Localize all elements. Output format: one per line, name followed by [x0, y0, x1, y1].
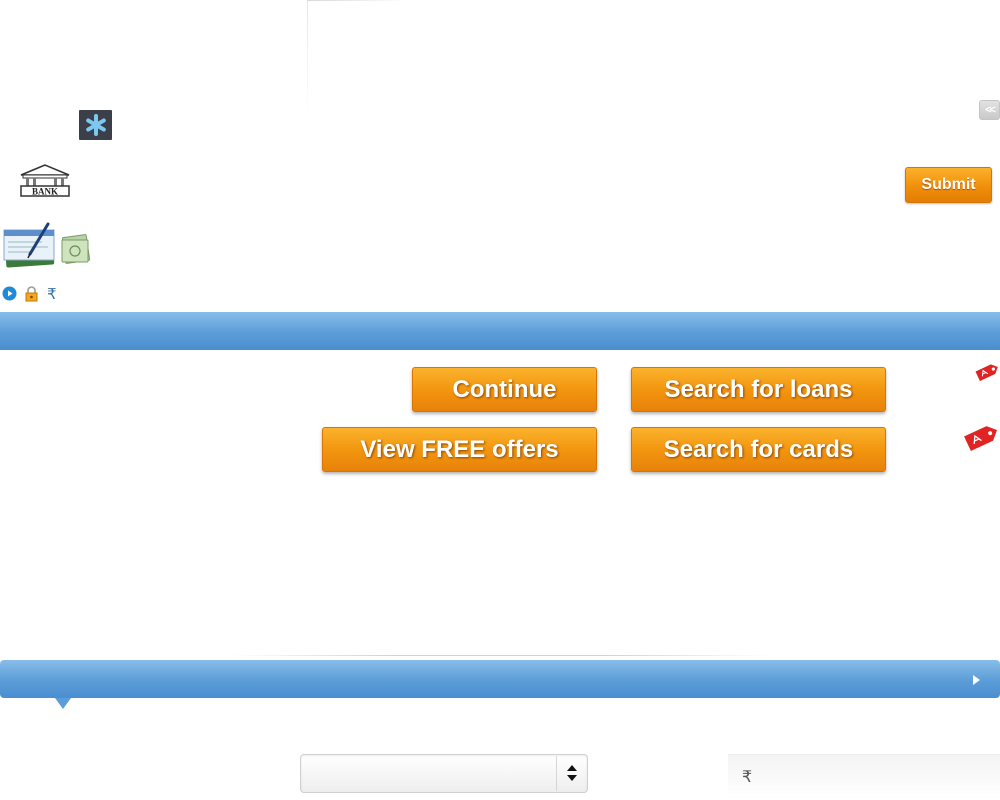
- section-header-bar[interactable]: [0, 660, 1000, 698]
- play-icon[interactable]: [2, 286, 17, 301]
- expand-arrow-icon[interactable]: [973, 675, 980, 685]
- dropdown-select[interactable]: [300, 754, 588, 793]
- frame-divider: [307, 0, 308, 118]
- amount-field[interactable]: [728, 754, 1000, 800]
- continue-button[interactable]: Continue: [412, 367, 597, 412]
- section-divider: [230, 655, 770, 656]
- tag-icon[interactable]: [961, 418, 1000, 456]
- section-header-bar: [0, 312, 1000, 350]
- asterisk-glyph: [85, 114, 106, 136]
- rupee-icon: ₹: [742, 767, 753, 786]
- bank-logo: BANK: [18, 164, 72, 198]
- dropdown-separator: [556, 756, 557, 791]
- collapse-button[interactable]: <<: [979, 100, 1000, 120]
- bank-logo-text: BANK: [32, 187, 58, 197]
- select-arrows-icon[interactable]: [565, 763, 579, 783]
- search-cards-button[interactable]: Search for cards: [631, 427, 886, 472]
- lock-icon: [24, 286, 39, 302]
- frame-divider-top: [307, 0, 407, 1]
- money-icon: [60, 232, 92, 264]
- tag-icon[interactable]: [972, 358, 1000, 386]
- search-loans-button[interactable]: Search for loans: [631, 367, 886, 412]
- submit-button[interactable]: Submit: [905, 167, 992, 203]
- rupee-icon: ₹: [47, 285, 57, 303]
- view-free-offers-button[interactable]: View FREE offers: [322, 427, 597, 472]
- cheque-icon: [2, 220, 58, 270]
- asterisk-icon[interactable]: [79, 110, 112, 140]
- pointer-arrow-icon: [55, 698, 71, 709]
